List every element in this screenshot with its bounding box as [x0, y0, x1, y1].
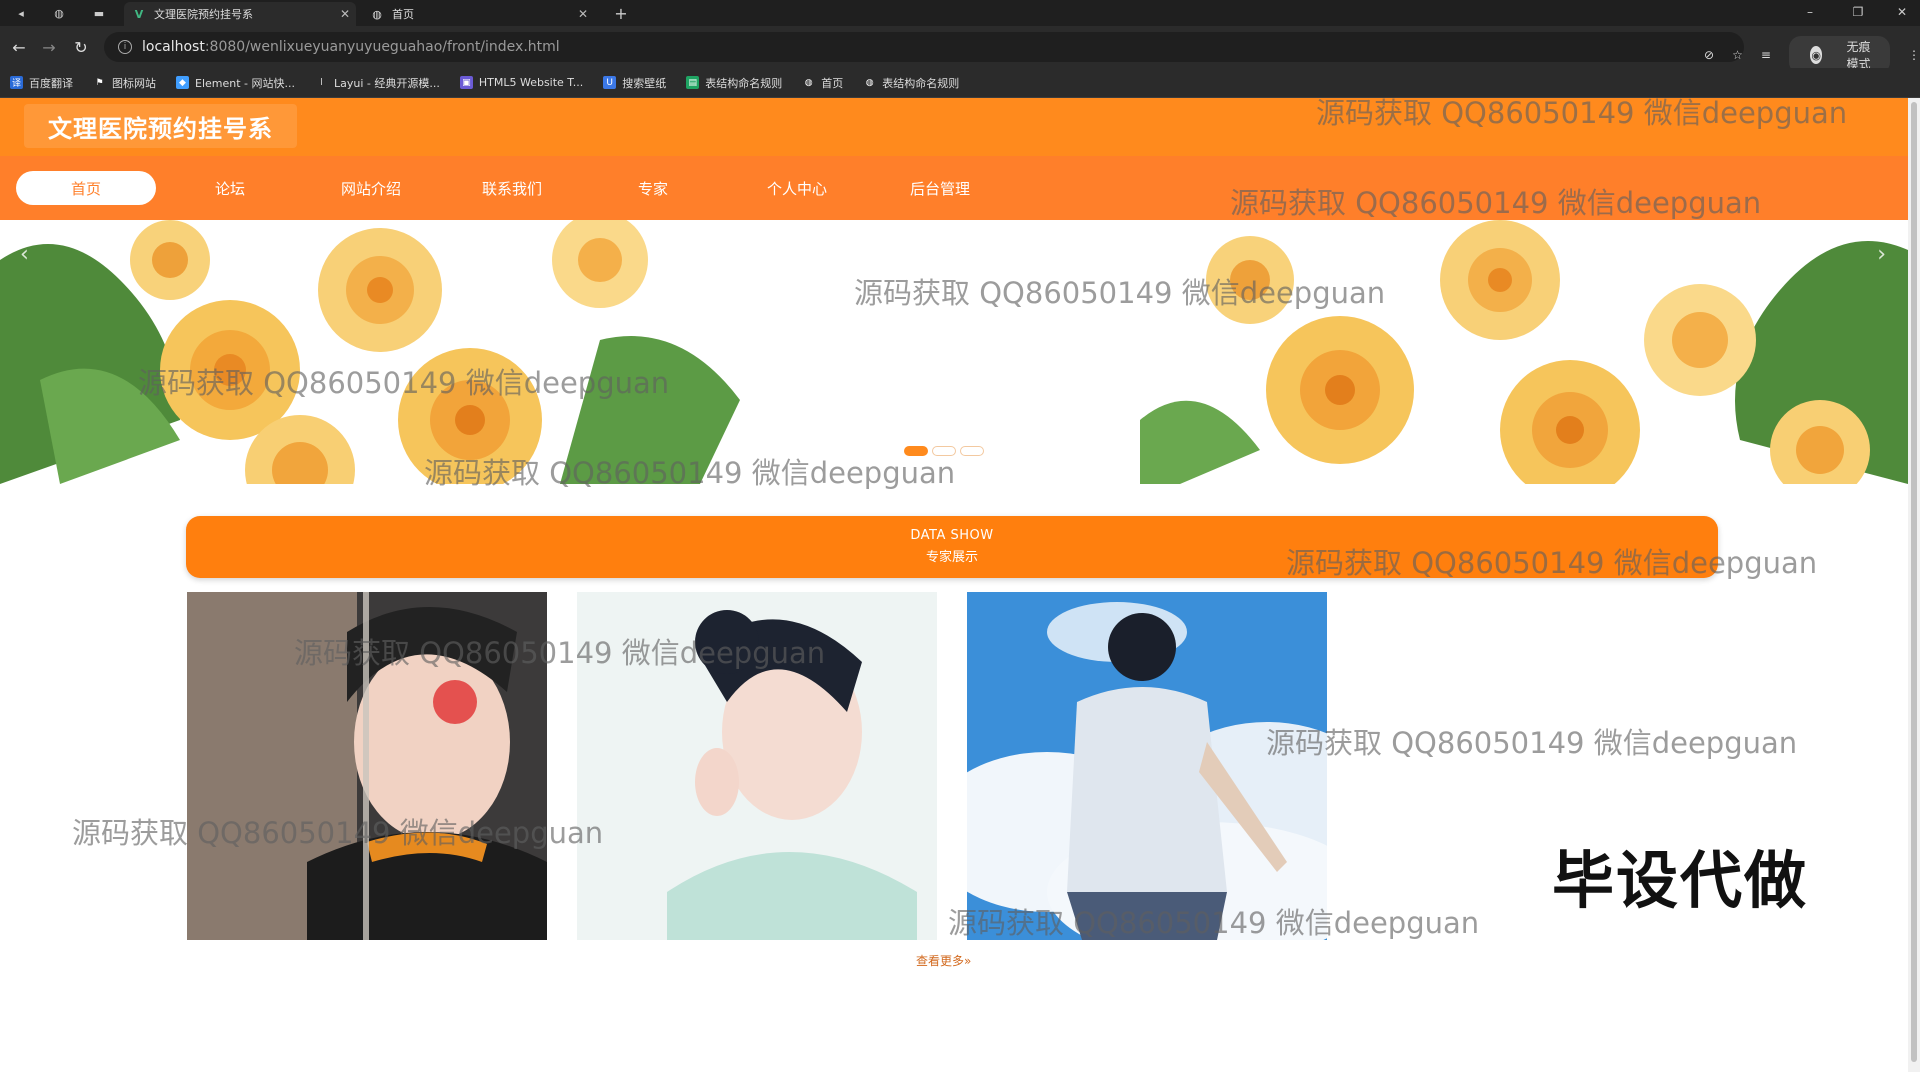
bookmark-item[interactable]: U 搜索壁纸 [603, 75, 666, 91]
carousel-dot[interactable] [960, 446, 984, 456]
scrollbar-thumb[interactable] [1911, 102, 1917, 1062]
section-title-cn: 专家展示 [925, 550, 978, 565]
tab-title: 首页 [392, 8, 414, 21]
close-tab-icon[interactable]: ✕ [578, 7, 588, 21]
view-more-link[interactable]: 查看更多» [916, 952, 971, 969]
flag-icon: ⚑ [95, 77, 104, 88]
bookmark-item[interactable]: ▣ HTML5 Website T... [459, 76, 584, 89]
globe-icon: ◍ [372, 7, 382, 21]
roses-left-image [0, 220, 780, 484]
bookmark-item[interactable]: ⚑ 图标网站 [93, 75, 156, 91]
nav-contact[interactable]: 联系我们 [442, 171, 582, 205]
tab-hospital[interactable]: V 文理医院预约挂号系 ✕ [124, 2, 356, 26]
tab-title: 文理医院预约挂号系 [154, 8, 253, 21]
bookmark-label: 表结构命名规则 [705, 76, 783, 90]
close-window-icon[interactable]: ✕ [1890, 2, 1914, 22]
site-header: 文理医院预约挂号系 [0, 98, 1908, 156]
nav-forum[interactable]: 论坛 [160, 171, 300, 205]
bookmark-label: 搜索壁纸 [622, 76, 667, 90]
incognito-icon: ◉ [1809, 46, 1823, 64]
tab-window-icon[interactable]: ▬ [90, 4, 108, 22]
nav-experts[interactable]: 专家 [583, 171, 723, 205]
vue-logo-icon: V [134, 7, 144, 21]
carousel-next-icon[interactable]: › [1877, 242, 1886, 267]
translate-icon: 译 [10, 76, 23, 89]
bookmark-label: HTML5 Website T... [478, 76, 584, 89]
bookmark-label: 首页 [821, 76, 844, 90]
url-path: :8080/wenlixueyuanyuyueguahao/front/inde… [204, 39, 560, 55]
watermark-text: 源码获取 QQ86050149 微信deepguan [1266, 726, 1798, 760]
expert-card[interactable] [577, 592, 937, 940]
element-icon: ◆ [176, 76, 189, 89]
promo-overlay-text: 毕设代做 [1552, 844, 1809, 917]
bookmark-item[interactable]: ◆ Element - 网站快... [176, 75, 295, 91]
star-icon[interactable]: ☆ [1732, 48, 1743, 62]
carousel-prev-icon[interactable]: ‹ [20, 242, 29, 267]
wallpaper-icon: U [603, 76, 617, 89]
tab-home[interactable]: ◍ 首页 ✕ [362, 2, 594, 26]
carousel-dot[interactable] [904, 446, 928, 456]
roses-right-image [1140, 220, 1908, 484]
nav-about[interactable]: 网站介绍 [301, 171, 441, 205]
minimize-icon[interactable]: – [1798, 2, 1822, 22]
close-tab-icon[interactable]: ✕ [340, 7, 350, 21]
bookmark-label: Layui - 经典开源模... [334, 76, 440, 90]
nav-admin[interactable]: 后台管理 [870, 171, 1010, 205]
bookmark-item[interactable]: ▤ 表结构命名规则 [686, 75, 782, 91]
bookmark-label: 图标网站 [112, 76, 156, 90]
double-chevron-icon: » [964, 954, 972, 968]
carousel-dot[interactable] [932, 446, 956, 456]
expert-photo [187, 592, 547, 940]
layui-icon: l [320, 77, 323, 88]
globe-icon: ◍ [804, 77, 813, 88]
expert-card[interactable] [187, 592, 547, 940]
reading-list-icon[interactable]: ≡ [1761, 48, 1771, 62]
tab-audio-icon[interactable]: ◂ [12, 4, 30, 22]
reload-icon[interactable]: ↻ [70, 36, 92, 58]
browser-tab-bar: ◂ ◍ ▬ V 文理医院预约挂号系 ✕ ◍ 首页 ✕ + – ❐ ✕ [0, 0, 1920, 26]
profile-label: 无痕模式 [1846, 40, 1871, 71]
back-icon[interactable]: ← [8, 36, 30, 58]
url-host: localhost [142, 39, 205, 55]
address-toolbar: ← → ↻ i localhost:8080/wenlixueyuanyuyue… [0, 26, 1920, 68]
site-title: 文理医院预约挂号系 [24, 104, 297, 148]
bookmark-label: 百度翻译 [29, 76, 73, 90]
nav-profile[interactable]: 个人中心 [727, 171, 867, 205]
globe-icon: ◍ [865, 77, 874, 88]
tab-globe-icon[interactable]: ◍ [50, 4, 68, 22]
bookmark-label: Element - 网站快... [195, 76, 295, 90]
page-scrollbar[interactable] [1908, 98, 1920, 1072]
sheet-icon: ▤ [686, 76, 700, 89]
carousel-banner[interactable]: ‹ › [0, 220, 1908, 484]
page-viewport: 文理医院预约挂号系 首页 论坛 网站介绍 联系我们 专家 个人中心 后台管理 ‹… [0, 98, 1920, 1072]
bookmarks-bar: 译百度翻译 ⚑ 图标网站 ◆ Element - 网站快... l Layui - 经… [0, 68, 1920, 98]
nav-home[interactable]: 首页 [16, 171, 156, 205]
restore-icon[interactable]: ❐ [1846, 2, 1870, 22]
bookmark-label: 表结构命名规则 [882, 76, 960, 90]
menu-icon[interactable]: ⋮ [1908, 48, 1920, 62]
view-more-label: 查看更多 [916, 954, 965, 968]
bookmark-item[interactable]: ◍ 首页 [802, 75, 843, 91]
bookmark-item[interactable]: ◍ 表结构命名规则 [863, 75, 959, 91]
carousel-indicators [904, 446, 988, 456]
bookmark-item[interactable]: l Layui - 经典开源模... [315, 75, 440, 91]
expert-card[interactable] [967, 592, 1327, 940]
eye-off-icon[interactable]: ⊘ [1704, 48, 1714, 62]
new-tab-icon[interactable]: + [612, 4, 630, 23]
section-header-experts: DATA SHOW 专家展示 [186, 516, 1718, 578]
url-field[interactable]: i localhost:8080/wenlixueyuanyuyueguahao… [104, 32, 1744, 62]
expert-photo [577, 592, 937, 940]
main-nav: 首页 论坛 网站介绍 联系我们 专家 个人中心 后台管理 [0, 156, 1908, 220]
bookmark-item[interactable]: 译百度翻译 [10, 75, 73, 91]
section-title-en: DATA SHOW [910, 528, 994, 543]
site-info-icon[interactable]: i [118, 40, 132, 54]
html5-icon: ▣ [459, 76, 473, 89]
expert-photo [967, 592, 1327, 940]
forward-icon[interactable]: → [38, 36, 60, 58]
